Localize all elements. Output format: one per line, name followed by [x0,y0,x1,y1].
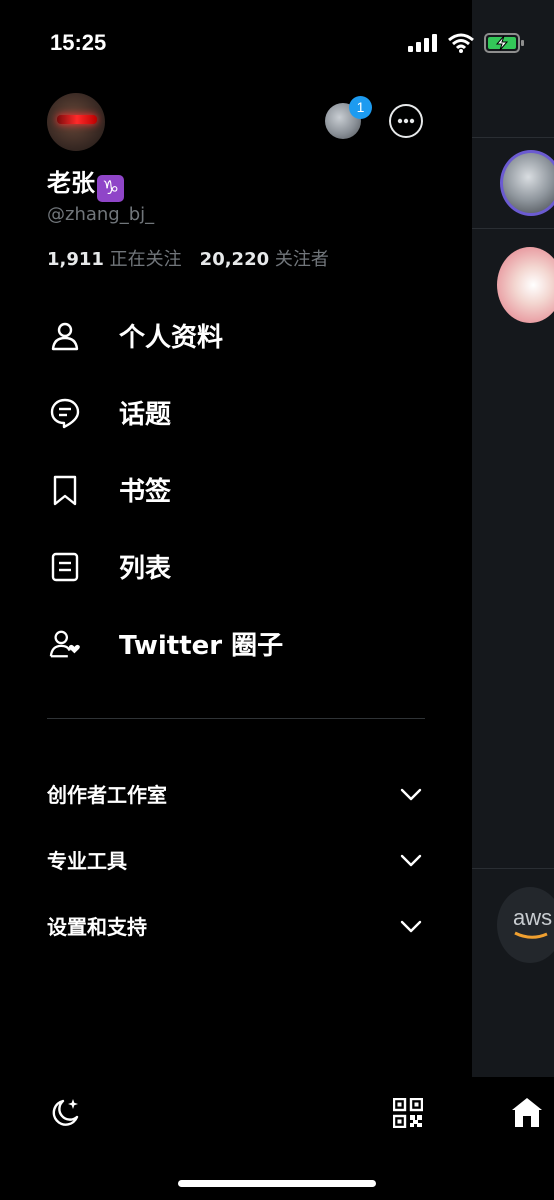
section-settings-support[interactable]: 设置和支持 [0,895,472,955]
section-creator-studio[interactable]: 创作者工作室 [0,763,472,823]
more-options-button[interactable] [389,104,423,138]
drawer-menu: 个人资料 话题 书签 列表 Twitter 圈子 [0,297,472,682]
section-label: 创作者工作室 [47,783,167,807]
wifi-icon [448,33,474,53]
menu-item-bookmarks[interactable]: 书签 [0,451,472,528]
battery-charging-icon [484,33,524,53]
tweet-avatar[interactable] [497,247,554,323]
timeline-divider [472,868,554,869]
menu-label: 书签 [119,477,172,507]
list-icon [51,552,79,581]
more-dots-icon [397,118,415,124]
status-time: 15:25 [50,30,107,55]
user-handle: @zhang_bj_ [47,204,155,225]
aws-smile-icon [514,931,548,939]
following-link[interactable]: 1,911 正在关注 [47,249,182,270]
chevron-down-icon [400,920,422,933]
menu-label: 个人资料 [119,323,224,353]
menu-label: 话题 [119,400,172,430]
circle-icon [49,630,80,657]
menu-label: 列表 [119,554,172,584]
qr-code-icon[interactable] [393,1098,423,1128]
following-count: 1,911 [47,249,104,270]
menu-item-lists[interactable]: 列表 [0,528,472,605]
section-professional-tools[interactable]: 专业工具 [0,829,472,889]
status-bar: 15:25 [0,0,554,88]
followers-link[interactable]: 20,220 关注者 [200,249,329,270]
avatar-visor [57,115,97,124]
menu-label: Twitter 圈子 [119,631,284,661]
bookmark-icon [53,475,77,505]
follow-stats: 1,911 正在关注 20,220 关注者 [47,245,329,271]
timeline-divider [472,137,554,138]
menu-item-twitter-circle[interactable]: Twitter 圈子 [0,605,472,682]
display-name[interactable]: 老张 ♑ [47,163,124,202]
topics-icon [50,398,80,428]
section-label: 设置和支持 [47,915,147,939]
timeline-divider [472,228,554,229]
menu-divider [47,718,425,719]
followers-count: 20,220 [199,249,270,270]
home-indicator[interactable] [178,1180,376,1187]
aws-logo-text: aws [513,905,553,930]
home-icon[interactable] [508,1094,546,1132]
section-label: 专业工具 [47,849,127,873]
cellular-signal-icon [408,34,437,52]
fleet-avatar[interactable] [500,150,554,216]
followers-label: 关注者 [274,249,329,270]
chevron-down-icon [400,788,422,801]
night-mode-icon[interactable] [48,1096,82,1130]
menu-item-topics[interactable]: 话题 [0,374,472,451]
person-icon [51,322,79,350]
chevron-down-icon [400,854,422,867]
account-notification-badge: 1 [349,96,372,119]
capricorn-icon: ♑ [97,175,124,202]
profile-avatar[interactable] [47,93,105,151]
display-name-text: 老张 [47,169,95,197]
following-label: 正在关注 [109,249,182,270]
aws-avatar[interactable]: aws [497,887,554,963]
menu-item-profile[interactable]: 个人资料 [0,297,472,374]
